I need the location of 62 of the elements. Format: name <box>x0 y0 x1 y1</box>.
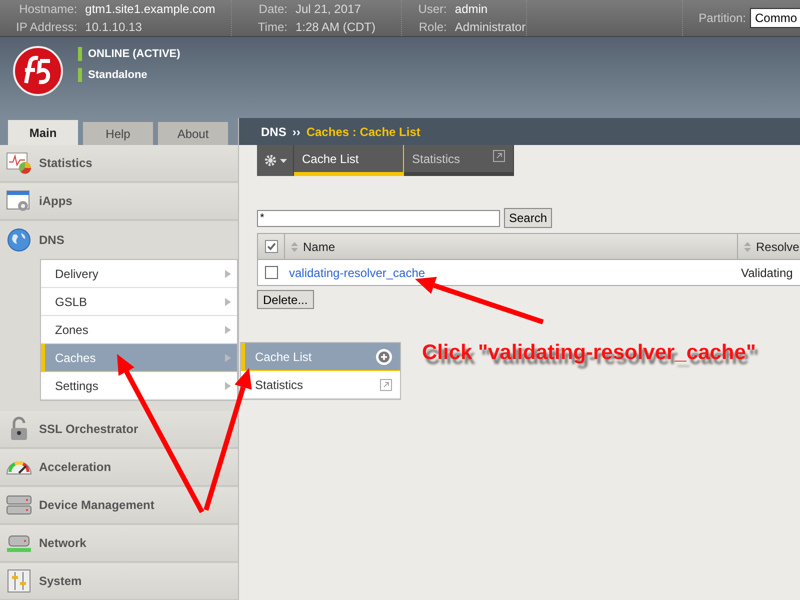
status-text: Standalone <box>88 68 148 82</box>
ip-label: IP Address: <box>16 19 78 36</box>
nav-tab[interactable]: Main <box>8 120 78 145</box>
sliders-icon <box>6 568 32 594</box>
hostname-label: Hostname: <box>18 1 78 18</box>
table-cell-text: Validating <box>740 264 793 282</box>
time-label: Time: <box>256 19 288 36</box>
sidebar-item[interactable]: Network <box>0 525 238 563</box>
sort-icon <box>291 242 298 252</box>
status-indicator <box>78 47 82 62</box>
date-value: Jul 21, 2017 <box>295 1 362 18</box>
nav-tab[interactable]: Help <box>83 122 153 145</box>
window-gear-icon <box>6 188 32 214</box>
search-button[interactable]: Search <box>504 208 552 228</box>
time-value: 1:28 AM (CDT) <box>295 19 376 36</box>
sidebar-item[interactable]: iApps <box>0 183 238 221</box>
annotation-text: Click "validating-resolver_cache" <box>422 340 757 366</box>
sidebar-item[interactable]: Acceleration <box>0 449 238 487</box>
sidebar-item[interactable]: SSL Orchestrator <box>0 411 238 449</box>
add-icon <box>376 348 392 364</box>
sort-icon <box>744 242 751 252</box>
role-label: Role: <box>418 19 447 36</box>
cache-link[interactable]: validating-resolver_cache <box>289 266 426 280</box>
nav-tab[interactable]: About <box>158 122 228 145</box>
delete-button[interactable]: Delete... <box>257 290 314 309</box>
logo-icon <box>12 45 64 97</box>
page-tab[interactable]: Cache List <box>294 145 404 176</box>
chevron-icon <box>225 354 231 362</box>
user-label: User: <box>418 1 447 18</box>
chevron-icon <box>225 326 231 334</box>
hostname-value: gtm1.site1.example.com <box>85 1 216 18</box>
partition-select[interactable]: Commo <box>750 8 800 28</box>
chevron-icon <box>225 270 231 278</box>
chart-icon <box>6 150 32 176</box>
sidebar-item[interactable]: Device Management <box>0 487 238 525</box>
role-value: Administrator <box>454 19 526 36</box>
globe-icon <box>6 227 32 253</box>
partition-label: Partition: <box>698 10 746 27</box>
settings-icon <box>264 154 276 167</box>
user-value: admin <box>454 1 489 18</box>
sidebar-item[interactable]: Statistics <box>0 145 238 183</box>
breadcrumb-section[interactable]: DNS <box>261 122 286 140</box>
ip-value: 10.1.10.13 <box>85 19 143 36</box>
row-checkbox[interactable] <box>265 266 278 279</box>
external-link-icon <box>493 150 505 162</box>
column-header[interactable]: Name <box>285 234 738 259</box>
caret-icon <box>280 158 286 162</box>
check-icon <box>266 242 276 251</box>
status-indicator <box>78 68 82 82</box>
chevron-icon <box>225 382 231 390</box>
breadcrumb-path: Caches : Cache List <box>306 124 420 140</box>
breadcrumb-separator: ›› <box>292 124 300 140</box>
page-tab[interactable]: Statistics <box>404 145 514 176</box>
column-header[interactable]: Resolve <box>738 234 800 259</box>
chevron-icon <box>225 298 231 306</box>
status-text: ONLINE (ACTIVE) <box>88 47 180 62</box>
select-all-checkbox[interactable] <box>264 240 278 253</box>
sidebar-item[interactable]: System <box>0 563 238 600</box>
external-link-icon <box>380 378 392 390</box>
gear-menu-button[interactable] <box>257 145 294 176</box>
date-label: Date: <box>258 1 288 18</box>
search-field[interactable]: * <box>257 210 500 226</box>
